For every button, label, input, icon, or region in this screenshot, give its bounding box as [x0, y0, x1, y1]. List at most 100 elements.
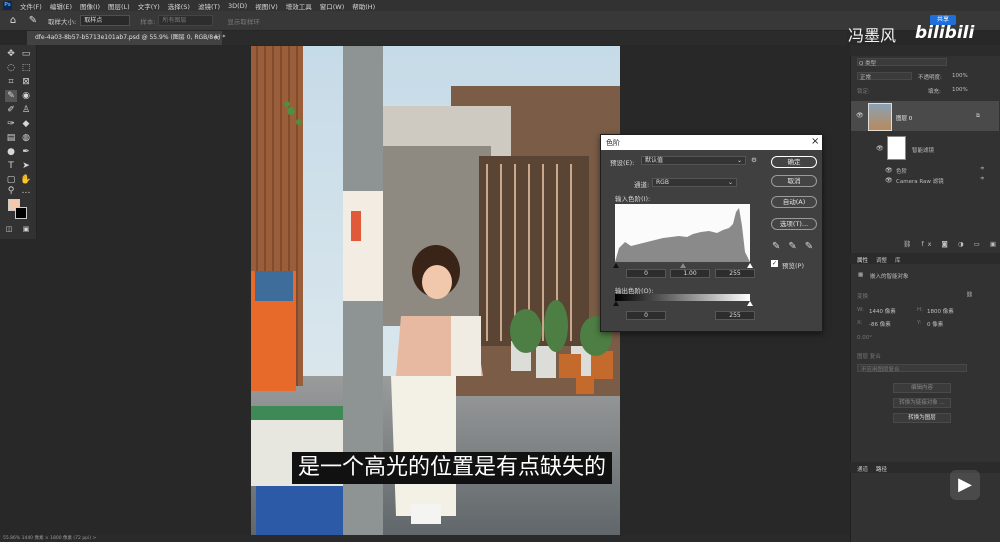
menu-view[interactable]: 视图(V) [251, 1, 282, 11]
document-tab[interactable]: dfe-4a03-8b57-b5713e101ab7.psd @ 55.9% (… [27, 31, 225, 45]
eye-icon[interactable]: 👁 [876, 145, 884, 152]
move-tool-icon[interactable]: ✥ [5, 48, 17, 60]
crop-tool-icon[interactable]: ⌗ [5, 76, 17, 88]
eyedropper-tool-icon[interactable]: ✎ [5, 90, 17, 102]
layer-thumbnail [868, 103, 892, 131]
opacity-label: 不透明度: [918, 75, 942, 81]
angle-value[interactable]: 0.00° [857, 335, 872, 341]
menu-type[interactable]: 文字(Y) [134, 1, 164, 11]
bilibili-logo: bilibili [915, 23, 975, 43]
edit-contents-button[interactable]: 编辑内容 [893, 383, 951, 393]
smart-filter-mask[interactable] [887, 136, 906, 160]
preset-select[interactable]: 默认值 ⌄ [641, 156, 746, 165]
output-white-field[interactable]: 255 [715, 311, 755, 320]
fill-value[interactable]: 100% [952, 87, 968, 93]
link-icon[interactable]: ⛓ [966, 292, 973, 298]
menu-plugins[interactable]: 增效工具 [282, 1, 316, 11]
menu-layer[interactable]: 图层(L) [104, 1, 134, 11]
zoom-tool-icon[interactable]: ⚲ [5, 185, 17, 197]
ok-button[interactable]: 确定 [771, 156, 817, 168]
filter-levels[interactable]: 色阶 [896, 167, 907, 175]
pen-tool-icon[interactable]: ✒ [20, 146, 32, 158]
eyedropper-icons[interactable]: ✎✎✎ [772, 241, 821, 252]
eye-icon[interactable]: 👁 [885, 167, 893, 174]
menu-help[interactable]: 帮助(H) [348, 1, 379, 11]
quick-select-tool-icon[interactable]: ⬚ [20, 62, 32, 74]
gradient-tool-icon[interactable]: ▤ [5, 132, 17, 144]
tab-paths[interactable]: 路径 [876, 465, 887, 473]
filter-options-icon[interactable]: ≑ [980, 166, 985, 172]
sample-select[interactable]: 所有图层 [158, 15, 214, 26]
auto-button[interactable]: 自动(A) [771, 196, 817, 208]
menu-image[interactable]: 图像(I) [76, 1, 104, 11]
opacity-value[interactable]: 100% [952, 73, 968, 79]
more-tools-icon[interactable]: … [20, 185, 32, 197]
eye-icon[interactable]: 👁 [856, 112, 864, 119]
tools-panel: ✥ ▭ ◌ ⬚ ⌗ ⊠ ✎ ◉ ✐ ♙ ✑ ◆ ▤ ◍ ● ✒ T ➤ ▢ ✋ … [0, 45, 37, 239]
history-brush-icon[interactable]: ✑ [5, 118, 17, 130]
w-value[interactable]: 1440 像素 [869, 307, 896, 315]
tab-libraries[interactable]: 库 [895, 256, 901, 264]
menu-3d[interactable]: 3D(D) [224, 2, 251, 10]
background-color-swatch[interactable] [15, 207, 27, 219]
lasso-tool-icon[interactable]: ◌ [5, 62, 17, 74]
screen-mode-icon[interactable]: ▣ [20, 223, 32, 235]
layer-name[interactable]: 图层 0 [896, 114, 912, 122]
convert-to-layer-button[interactable]: 转换为图层 [893, 413, 951, 423]
stamp-tool-icon[interactable]: ♙ [20, 104, 32, 116]
x-value[interactable]: -86 像素 [869, 320, 891, 328]
chevron-down-icon: ⌄ [736, 157, 742, 164]
layer-actions-icons[interactable]: ⛓ fx ◙ ◑ ▭ ▣ 🗑 [903, 240, 1000, 248]
input-white-field[interactable]: 255 [715, 269, 755, 278]
home-icon[interactable]: ⌂ [6, 14, 20, 28]
eye-icon[interactable]: 👁 [885, 177, 893, 184]
output-white-slider[interactable] [747, 301, 753, 306]
type-tool-icon[interactable]: T [5, 160, 17, 172]
tab-channels[interactable]: 通道 [857, 465, 868, 473]
options-button[interactable]: 选项(T)... [771, 218, 817, 230]
sample-size-select[interactable]: 取样点 [80, 15, 131, 26]
healing-tool-icon[interactable]: ◉ [20, 90, 32, 102]
photoshop-logo-icon[interactable]: Ps [3, 1, 12, 10]
menu-file[interactable]: 文件(F) [16, 1, 46, 11]
channel-select[interactable]: RGB ⌄ [652, 178, 737, 187]
menu-filter[interactable]: 滤镜(T) [194, 1, 224, 11]
close-icon[interactable]: × [811, 136, 819, 147]
close-icon[interactable]: × [214, 31, 220, 45]
filter-options-icon[interactable]: ≑ [980, 176, 985, 182]
preview-checkbox[interactable]: ✓ [771, 260, 778, 267]
eyedropper-icon[interactable]: ✎ [26, 14, 40, 28]
frame-tool-icon[interactable]: ⊠ [20, 76, 32, 88]
preset-options-icon[interactable]: ⚙ [751, 156, 757, 164]
quick-mask-icon[interactable]: ◫ [3, 223, 15, 235]
cancel-button[interactable]: 取消 [771, 175, 817, 187]
tab-adjustments[interactable]: 调整 [876, 256, 887, 264]
tab-properties[interactable]: 属性 [857, 256, 868, 264]
filter-camera-raw[interactable]: Camera Raw 滤镜 [896, 177, 944, 185]
blur-tool-icon[interactable]: ◍ [20, 132, 32, 144]
artboard-tool-icon[interactable]: ▭ [20, 48, 32, 60]
brush-tool-icon[interactable]: ✐ [5, 104, 17, 116]
path-select-icon[interactable]: ➤ [20, 160, 32, 172]
input-black-field[interactable]: 0 [626, 269, 666, 278]
eraser-tool-icon[interactable]: ◆ [20, 118, 32, 130]
y-value[interactable]: 0 像素 [927, 320, 943, 328]
menu-select[interactable]: 选择(S) [164, 1, 194, 11]
output-black-slider[interactable] [613, 301, 619, 306]
lock-label: 锁定: [857, 89, 870, 95]
input-gamma-field[interactable]: 1.00 [670, 269, 710, 278]
output-black-field[interactable]: 0 [626, 311, 666, 320]
convert-to-linked-button[interactable]: 转换为链接对象 ... [893, 398, 951, 408]
show-sampling-ring-checkbox[interactable]: 显示取样环 [227, 16, 260, 26]
input-gamma-slider[interactable] [680, 263, 686, 268]
input-white-slider[interactable] [747, 263, 753, 268]
input-black-slider[interactable] [613, 263, 619, 268]
menu-window[interactable]: 窗口(W) [316, 1, 349, 11]
dodge-tool-icon[interactable]: ● [5, 146, 17, 158]
video-play-icon[interactable]: ▶ [950, 470, 980, 500]
dialog-titlebar[interactable]: 色阶 × [601, 135, 822, 150]
h-value[interactable]: 1800 像素 [927, 307, 954, 315]
smart-filter-label[interactable]: 智能滤镜 [912, 146, 934, 154]
menu-edit[interactable]: 编辑(E) [46, 1, 76, 11]
fill-label: 填充: [928, 89, 941, 95]
